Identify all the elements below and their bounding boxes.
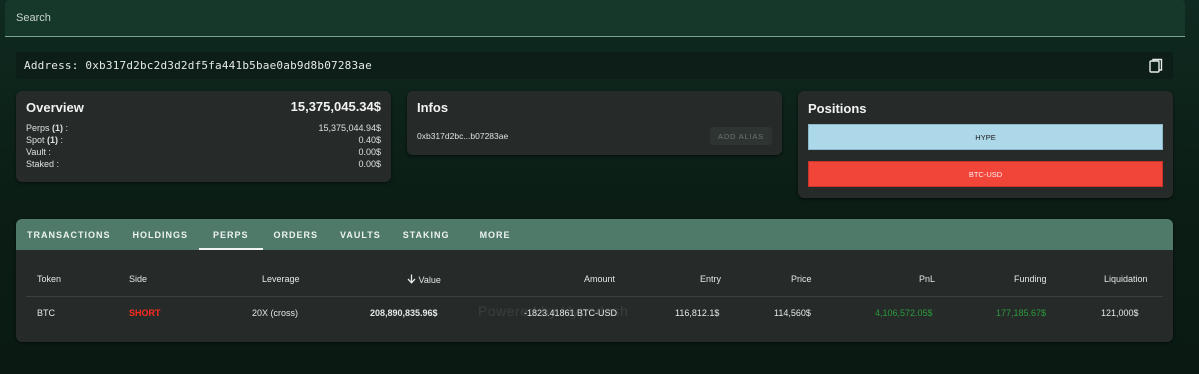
overview-label: Staked :	[26, 159, 60, 169]
search-bar[interactable]	[5, 0, 1185, 37]
infos-card: Infos 0xb317d2bc...b07283ae ADD ALIAS	[407, 91, 782, 155]
header-pnl[interactable]: PnL	[919, 274, 935, 284]
overview-label: Spot	[26, 135, 45, 145]
tab-more[interactable]: MORE	[465, 219, 522, 250]
header-price[interactable]: Price	[791, 274, 812, 284]
header-funding[interactable]: Funding	[1014, 274, 1047, 284]
cell-liquidation: 121,000$	[1101, 308, 1139, 318]
header-side[interactable]: Side	[129, 274, 147, 284]
positions-title: Positions	[808, 101, 867, 116]
cell-entry: 116,812.1$	[675, 308, 720, 318]
tab-staking[interactable]: STAKING	[392, 219, 465, 250]
copy-icon[interactable]	[1149, 58, 1163, 74]
cell-token: BTC	[37, 308, 55, 318]
tab-bar: TRANSACTIONS HOLDINGS PERPS ORDERS VAULT…	[16, 219, 1173, 250]
position-btc-usd-bar[interactable]: BTC-USD	[808, 161, 1163, 187]
cell-value: 208,890,835.96$	[370, 308, 438, 318]
position-hype-bar[interactable]: HYPE	[808, 124, 1163, 150]
arrow-down-icon	[407, 274, 416, 284]
overview-value: 0.00$	[358, 159, 381, 169]
overview-count: (1)	[52, 123, 64, 133]
tab-holdings[interactable]: HOLDINGS	[122, 219, 200, 250]
tab-perps[interactable]: PERPS	[199, 219, 263, 250]
cell-funding: 177,185.67$	[996, 308, 1047, 318]
tab-transactions[interactable]: TRANSACTIONS	[16, 219, 122, 250]
header-liquidation[interactable]: Liquidation	[1104, 274, 1148, 284]
header-entry[interactable]: Entry	[700, 274, 721, 284]
infos-title: Infos	[417, 100, 449, 115]
overview-total: 15,375,045.34$	[290, 99, 381, 114]
cell-side: SHORT	[129, 308, 161, 318]
overview-count: (1)	[47, 135, 59, 145]
header-amount[interactable]: Amount	[584, 274, 615, 284]
search-input[interactable]	[5, 0, 1185, 36]
tab-orders[interactable]: ORDERS	[263, 219, 330, 250]
header-token[interactable]: Token	[37, 274, 61, 284]
tab-vaults[interactable]: VAULTS	[329, 219, 392, 250]
header-leverage[interactable]: Leverage	[262, 274, 300, 284]
overview-row-staked: Staked : 0.00$	[26, 159, 381, 171]
cell-amount: -1823.41861 BTC-USD	[524, 308, 618, 318]
address-bar: Address: 0xb317d2bc2d3d2df5fa441b5bae0ab…	[16, 52, 1173, 79]
infos-short-address: 0xb317d2bc...b07283ae	[417, 131, 509, 141]
overview-value: 0.00$	[358, 147, 381, 157]
cell-price: 114,560$	[774, 308, 811, 318]
overview-row-perps: Perps (1) : 15,375,044.94$	[26, 123, 381, 133]
page: Address: 0xb317d2bc2d3d2df5fa441b5bae0ab…	[0, 0, 1199, 374]
overview-value: 0.40$	[358, 135, 381, 145]
overview-title: Overview	[26, 100, 84, 115]
header-divider	[26, 296, 1163, 297]
add-alias-button[interactable]: ADD ALIAS	[710, 127, 772, 145]
positions-card: Positions HYPE BTC-USD	[798, 91, 1173, 198]
overview-label: Vault :	[26, 147, 51, 157]
overview-row-vault: Vault : 0.00$	[26, 147, 381, 159]
address-text: Address: 0xb317d2bc2d3d2df5fa441b5bae0ab…	[24, 59, 372, 72]
overview-row-spot: Spot (1) : 0.40$	[26, 135, 381, 145]
overview-card: Overview 15,375,045.34$ Perps (1) : 15,3…	[16, 91, 391, 182]
cell-pnl: 4,106,572.05$	[875, 308, 933, 318]
perps-panel: TRANSACTIONS HOLDINGS PERPS ORDERS VAULT…	[16, 219, 1173, 342]
cell-leverage: 20X (cross)	[252, 308, 299, 318]
header-value[interactable]: Value	[407, 274, 441, 285]
header-value-label: Value	[418, 275, 441, 285]
overview-value: 15,375,044.94$	[318, 123, 381, 133]
overview-label: Perps	[26, 123, 50, 133]
